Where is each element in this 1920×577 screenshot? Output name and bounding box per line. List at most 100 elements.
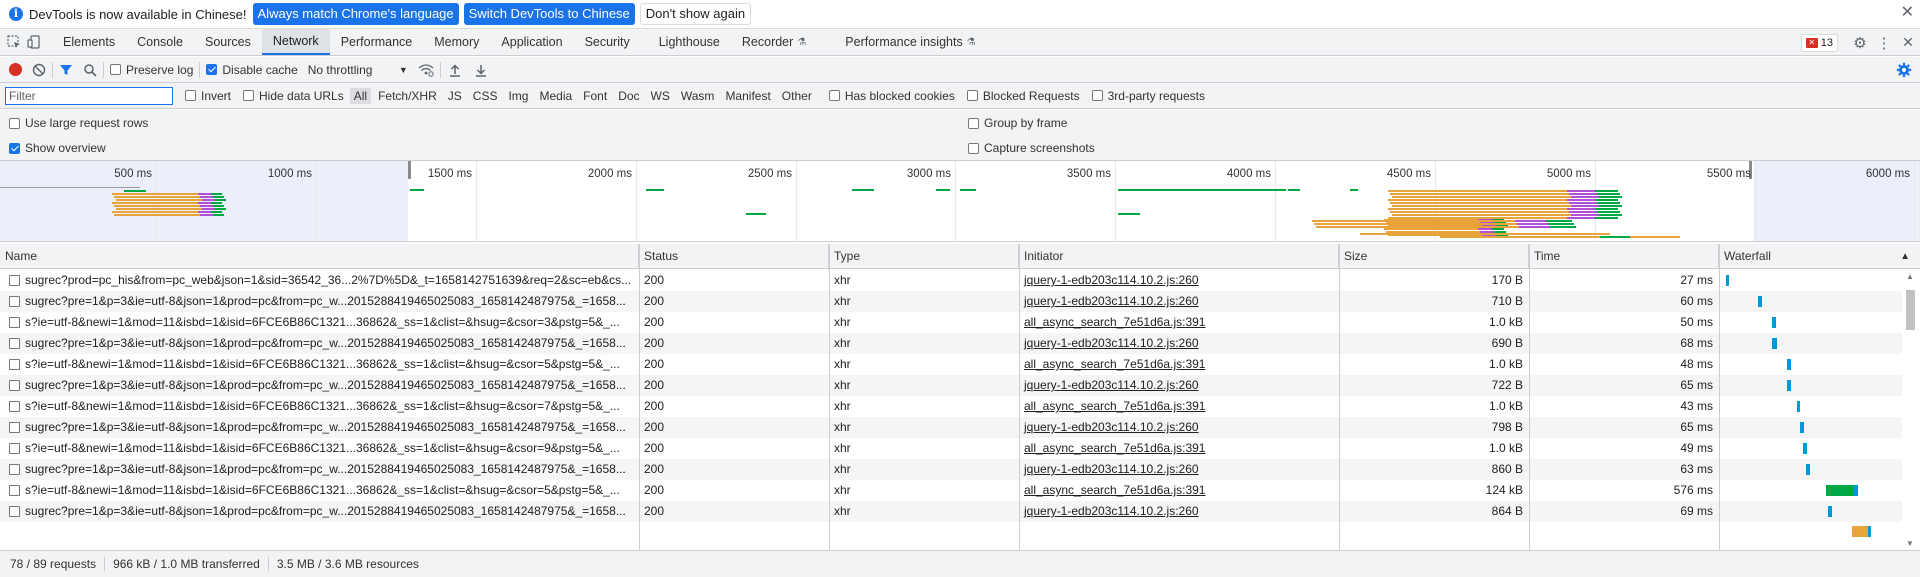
- issues-counter[interactable]: ✕ 13: [1800, 33, 1838, 52]
- tab-sources[interactable]: Sources: [194, 29, 262, 55]
- cell-initiator[interactable]: jquery-1-edb203c114.10.2.js:260: [1019, 333, 1339, 354]
- invert-checkbox[interactable]: [185, 90, 196, 101]
- column-header-size[interactable]: Size: [1339, 244, 1529, 269]
- record-icon[interactable]: [9, 63, 22, 76]
- network-conditions-icon[interactable]: [418, 63, 434, 77]
- clear-icon[interactable]: [32, 63, 46, 77]
- large-rows-setting[interactable]: Use large request rows: [9, 116, 148, 130]
- tab-performance-insights[interactable]: Performance insights ⚗: [817, 29, 986, 55]
- table-row[interactable]: s?ie=utf-8&newi=1&mod=11&isbd=1&isid=6FC…: [0, 354, 1902, 375]
- type-filter-img[interactable]: Img: [504, 88, 532, 104]
- table-row[interactable]: sugrec?pre=1&p=3&ie=utf-8&json=1&prod=pc…: [0, 501, 1902, 522]
- scrollbar-thumb[interactable]: [1906, 290, 1915, 330]
- type-filter-wasm[interactable]: Wasm: [677, 88, 719, 104]
- large-rows-checkbox[interactable]: [9, 117, 20, 129]
- overview-request-bar: [1518, 226, 1550, 228]
- network-overview-timeline[interactable]: 500 ms 1000 ms 1500 ms 2000 ms 2500 ms 3000 m…: [0, 161, 1920, 242]
- column-header-time[interactable]: Time: [1529, 244, 1719, 269]
- show-overview-checkbox[interactable]: [9, 142, 20, 154]
- show-overview-setting[interactable]: Show overview: [9, 141, 106, 155]
- column-header-waterfall[interactable]: Waterfall ▲: [1719, 244, 1920, 269]
- cell-initiator[interactable]: jquery-1-edb203c114.10.2.js:260: [1019, 270, 1339, 291]
- overview-left-handle[interactable]: [408, 161, 411, 179]
- column-header-type[interactable]: Type: [829, 244, 1019, 269]
- table-row[interactable]: sugrec?pre=1&p=3&ie=utf-8&json=1&prod=pc…: [0, 459, 1902, 480]
- column-header-initiator[interactable]: Initiator: [1019, 244, 1339, 269]
- device-toolbar-icon[interactable]: [24, 29, 44, 55]
- tab-security[interactable]: Security: [574, 29, 641, 55]
- table-row[interactable]: sugrec?prod=pc_his&from=pc_web&json=1&si…: [0, 270, 1902, 291]
- cell-initiator[interactable]: jquery-1-edb203c114.10.2.js:260: [1019, 291, 1339, 312]
- third-party-checkbox[interactable]: [1091, 90, 1103, 101]
- hide-data-urls-checkbox[interactable]: [243, 90, 255, 101]
- match-language-button[interactable]: Always match Chrome's language: [252, 3, 459, 25]
- cell-initiator[interactable]: jquery-1-edb203c114.10.2.js:260: [1019, 501, 1339, 522]
- import-har-icon[interactable]: [449, 63, 461, 77]
- cell-initiator[interactable]: all_async_search_7e51d6a.js:391: [1019, 396, 1339, 417]
- blocked-requests-checkbox[interactable]: [966, 90, 978, 101]
- close-devtools-icon[interactable]: ✕: [1896, 34, 1920, 51]
- type-filter-fetch-xhr[interactable]: Fetch/XHR: [374, 88, 441, 104]
- cell-initiator[interactable]: jquery-1-edb203c114.10.2.js:260: [1019, 459, 1339, 480]
- tab-network[interactable]: Network: [261, 29, 330, 55]
- preserve-log-checkbox[interactable]: [110, 64, 121, 75]
- column-header-status[interactable]: Status: [639, 244, 829, 269]
- disable-cache-checkbox[interactable]: [206, 64, 218, 75]
- type-filter-ws[interactable]: WS: [647, 88, 674, 104]
- dont-show-again-button[interactable]: Don't show again: [639, 3, 752, 25]
- cell-initiator[interactable]: all_async_search_7e51d6a.js:391: [1019, 354, 1339, 375]
- table-row[interactable]: sugrec?pre=1&p=3&ie=utf-8&json=1&prod=pc…: [0, 417, 1902, 438]
- export-har-icon[interactable]: [475, 63, 487, 77]
- tab-recorder[interactable]: Recorder ⚗: [731, 29, 817, 55]
- switch-language-button[interactable]: Switch DevTools to Chinese: [463, 3, 635, 25]
- tab-performance[interactable]: Performance: [330, 29, 424, 55]
- tab-application[interactable]: Application: [490, 29, 573, 55]
- type-filter-media[interactable]: Media: [535, 88, 576, 104]
- more-options-icon[interactable]: ⋮: [1872, 34, 1896, 52]
- overview-request-bar: [1392, 196, 1572, 198]
- column-header-name[interactable]: Name: [0, 244, 639, 269]
- tab-lighthouse[interactable]: Lighthouse: [641, 29, 731, 55]
- settings-gear-icon[interactable]: ⚙: [1848, 34, 1872, 52]
- type-filter-manifest[interactable]: Manifest: [721, 88, 774, 104]
- table-scrollbar[interactable]: ▲ ▼: [1905, 272, 1916, 548]
- table-row[interactable]: sugrec?pre=1&p=3&ie=utf-8&json=1&prod=pc…: [0, 291, 1902, 312]
- throttling-select[interactable]: No throttling ▼: [308, 63, 408, 77]
- type-filter-doc[interactable]: Doc: [614, 88, 643, 104]
- capture-screenshots-setting[interactable]: Capture screenshots: [968, 141, 1095, 155]
- close-infobar-icon[interactable]: ✕: [1901, 5, 1914, 21]
- overview-request-bar: [197, 202, 211, 204]
- tab-elements[interactable]: Elements: [52, 29, 126, 55]
- type-filter-css[interactable]: CSS: [469, 88, 502, 104]
- type-filter-all[interactable]: All: [349, 87, 372, 104]
- scroll-down-icon[interactable]: ▼: [1906, 539, 1914, 548]
- cell-initiator[interactable]: jquery-1-edb203c114.10.2.js:260: [1019, 375, 1339, 396]
- cell-type: xhr: [834, 378, 851, 392]
- cell-initiator[interactable]: all_async_search_7e51d6a.js:391: [1019, 480, 1339, 501]
- type-filter-font[interactable]: Font: [579, 88, 611, 104]
- scroll-up-icon[interactable]: ▲: [1906, 272, 1914, 281]
- cell-initiator[interactable]: all_async_search_7e51d6a.js:391: [1019, 438, 1339, 459]
- table-row[interactable]: s?ie=utf-8&newi=1&mod=11&isbd=1&isid=6FC…: [0, 312, 1902, 333]
- table-row[interactable]: s?ie=utf-8&newi=1&mod=11&isbd=1&isid=6FC…: [0, 438, 1902, 459]
- table-row[interactable]: s?ie=utf-8&newi=1&mod=11&isbd=1&isid=6FC…: [0, 480, 1902, 501]
- cell-initiator[interactable]: all_async_search_7e51d6a.js:391: [1019, 312, 1339, 333]
- search-icon[interactable]: [83, 63, 97, 77]
- type-filter-js[interactable]: JS: [444, 88, 466, 104]
- tab-console[interactable]: Console: [126, 29, 194, 55]
- filter-funnel-icon[interactable]: [59, 63, 73, 77]
- inspect-element-icon[interactable]: [4, 29, 24, 55]
- group-by-frame-setting[interactable]: Group by frame: [968, 116, 1067, 130]
- table-row[interactable]: sugrec?pre=1&p=3&ie=utf-8&json=1&prod=pc…: [0, 375, 1902, 396]
- capture-screenshots-checkbox[interactable]: [968, 142, 979, 154]
- cell-initiator[interactable]: jquery-1-edb203c114.10.2.js:260: [1019, 417, 1339, 438]
- table-row[interactable]: sugrec?pre=1&p=3&ie=utf-8&json=1&prod=pc…: [0, 333, 1902, 354]
- network-settings-gear-icon[interactable]: [1896, 62, 1912, 78]
- type-filter-other[interactable]: Other: [778, 88, 816, 104]
- group-by-frame-checkbox[interactable]: [968, 117, 979, 129]
- table-row[interactable]: s?ie=utf-8&newi=1&mod=11&isbd=1&isid=6FC…: [0, 396, 1902, 417]
- cell-status: 200: [644, 294, 665, 308]
- filter-input[interactable]: [5, 86, 173, 105]
- has-blocked-cookies-checkbox[interactable]: [828, 90, 840, 101]
- tab-memory[interactable]: Memory: [423, 29, 490, 55]
